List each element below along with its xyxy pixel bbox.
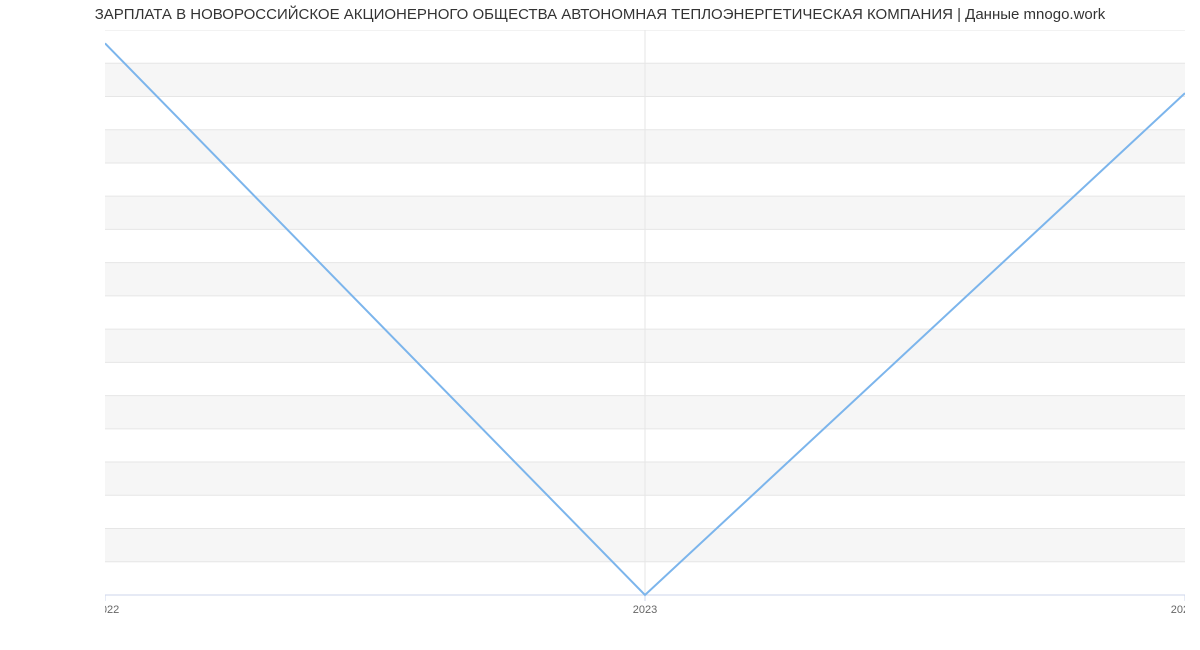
chart-title: ЗАРПЛАТА В НОВОРОССИЙСКОЕ АКЦИОНЕРНОГО О… xyxy=(0,0,1200,23)
salary-line-chart: ЗАРПЛАТА В НОВОРОССИЙСКОЕ АКЦИОНЕРНОГО О… xyxy=(0,0,1200,620)
svg-text:2024: 2024 xyxy=(1171,604,1185,616)
chart-svg: 2050021000215002200022500230002350024000… xyxy=(105,30,1185,620)
svg-text:2022: 2022 xyxy=(105,604,119,616)
plot-area[interactable]: 2050021000215002200022500230002350024000… xyxy=(105,30,1185,595)
svg-text:2023: 2023 xyxy=(633,604,657,616)
